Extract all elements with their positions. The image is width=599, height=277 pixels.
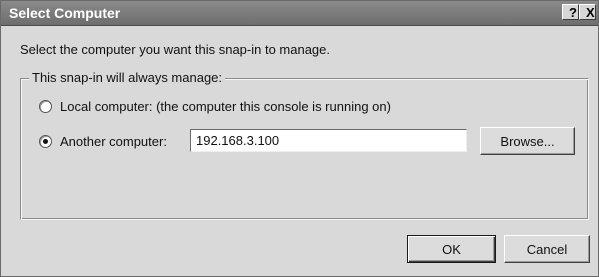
another-computer-option[interactable]: Another computer: bbox=[39, 134, 167, 149]
group-legend: This snap-in will always manage: bbox=[29, 70, 226, 85]
ok-button[interactable]: OK bbox=[407, 235, 496, 263]
title-bar[interactable]: Select Computer ? X bbox=[1, 1, 598, 26]
another-computer-radio[interactable] bbox=[39, 135, 52, 148]
local-computer-radio[interactable] bbox=[39, 100, 52, 113]
local-computer-option[interactable]: Local computer: (the computer this conso… bbox=[39, 99, 391, 114]
computer-name-input[interactable] bbox=[190, 129, 467, 152]
close-button[interactable]: X bbox=[579, 4, 596, 20]
intro-text: Select the computer you want this snap-i… bbox=[20, 42, 331, 57]
browse-button[interactable]: Browse... bbox=[480, 127, 575, 155]
dialog-title: Select Computer bbox=[9, 5, 121, 21]
snap-in-target-group: This snap-in will always manage: Local c… bbox=[20, 70, 589, 220]
cancel-button[interactable]: Cancel bbox=[504, 235, 590, 263]
local-computer-label: Local computer: (the computer this conso… bbox=[60, 99, 391, 114]
select-computer-dialog: Select Computer ? X Select the computer … bbox=[0, 0, 599, 277]
another-computer-label: Another computer: bbox=[60, 134, 167, 149]
help-button[interactable]: ? bbox=[562, 4, 579, 20]
